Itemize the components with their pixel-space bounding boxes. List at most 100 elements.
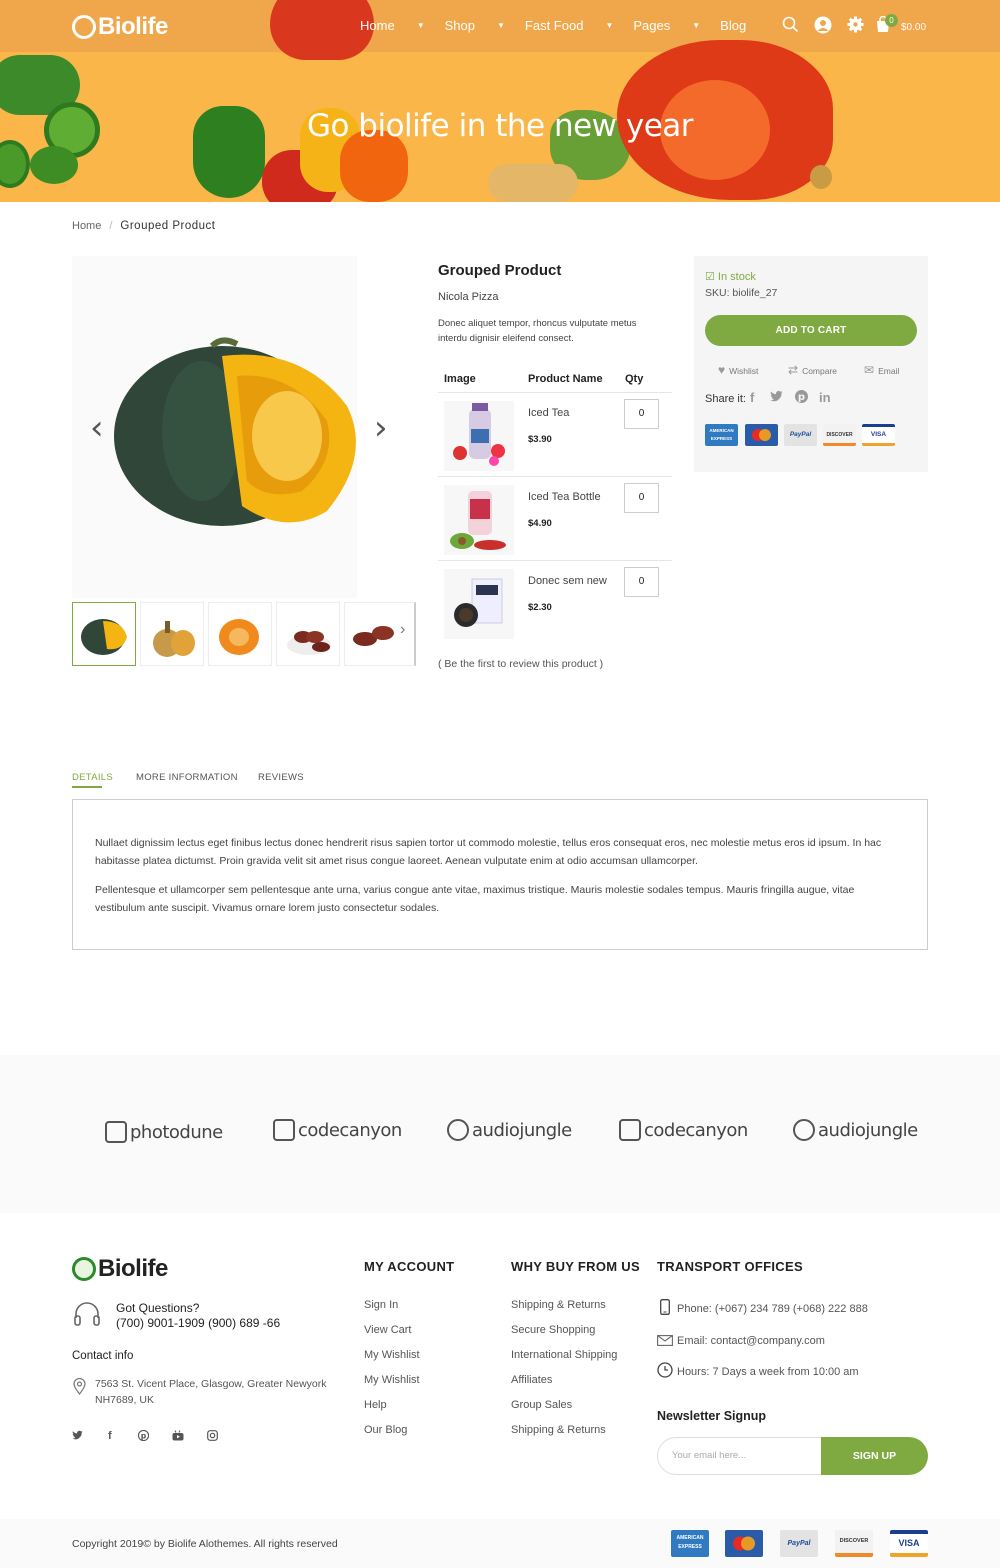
amex-card-icon: AMERICAN EXPRESS: [671, 1530, 709, 1557]
share-label: Share it:: [705, 393, 746, 405]
tab-details[interactable]: DETAILS: [72, 772, 113, 783]
tab-reviews[interactable]: REVIEWS: [258, 772, 304, 783]
gallery-next-arrow[interactable]: ›: [374, 408, 388, 448]
footer-link[interactable]: View Cart: [364, 1324, 411, 1336]
nav-shop[interactable]: Shop ▼: [445, 18, 505, 33]
envelope-icon: ✉: [864, 363, 875, 377]
iced-tea-bottle-image[interactable]: [444, 485, 514, 555]
cart-total[interactable]: $0.00: [901, 22, 926, 33]
thumbnail-1[interactable]: [72, 602, 136, 666]
twitter-icon[interactable]: [72, 1430, 83, 1443]
gear-icon[interactable]: [847, 16, 864, 38]
thumbnail-4[interactable]: [276, 602, 340, 666]
breadcrumb-home[interactable]: Home: [72, 220, 101, 232]
breadcrumb-current: Grouped Product: [120, 220, 216, 232]
nav-pages[interactable]: Pages ▼: [633, 18, 700, 33]
nav-blog[interactable]: Blog: [720, 18, 766, 33]
col-header-image: Image: [444, 373, 476, 385]
banner-title: Go biolife in the new year: [306, 108, 694, 144]
newsletter-email-input[interactable]: Your email here...: [657, 1437, 837, 1475]
cart-count-badge: 0: [885, 14, 898, 27]
logo-text: Biolife: [98, 13, 168, 40]
footer-link[interactable]: Sign In: [364, 1299, 398, 1311]
photodune-icon: [105, 1121, 127, 1143]
footer-link[interactable]: My Wishlist: [364, 1349, 420, 1361]
add-to-cart-button[interactable]: ADD TO CART: [705, 315, 917, 346]
footer-link[interactable]: Group Sales: [511, 1399, 572, 1411]
compare-button[interactable]: ⇄ Compare: [788, 363, 837, 377]
thumbnail-5[interactable]: ›: [344, 602, 416, 666]
footer-link[interactable]: International Shipping: [511, 1349, 617, 1361]
nav-fast-food[interactable]: Fast Food ▼: [525, 18, 613, 33]
details-paragraph-1: Nullaet dignissim lectus eget finibus le…: [95, 837, 882, 867]
nav-pages-label: Pages: [633, 18, 671, 33]
donec-sem-new-image[interactable]: [444, 569, 514, 639]
nav-shop-label: Shop: [444, 18, 475, 33]
item-name[interactable]: Donec sem new: [528, 575, 607, 587]
purchase-box: ☑ In stock SKU: biolife_27 ADD TO CART ♥…: [694, 256, 928, 472]
gourd-thumb: [153, 621, 195, 657]
qty-input[interactable]: 0: [624, 399, 659, 429]
youtube-icon[interactable]: [172, 1430, 184, 1444]
footer-link[interactable]: Affiliates: [511, 1374, 552, 1386]
heart-icon: ♥: [718, 363, 726, 377]
sign-up-button[interactable]: SIGN UP: [821, 1437, 928, 1475]
brand-codecanyon[interactable]: codecanyon: [273, 1119, 402, 1141]
pinterest-icon[interactable]: p: [795, 390, 808, 406]
instagram-icon[interactable]: [207, 1430, 218, 1444]
footer-link[interactable]: Help: [364, 1399, 387, 1411]
qty-input[interactable]: 0: [624, 567, 659, 597]
email-label: Email: [878, 366, 900, 376]
chickpeas-image: [488, 164, 578, 202]
gallery-prev-arrow[interactable]: ‹: [90, 408, 104, 448]
table-row: Iced Tea $3.90 0: [438, 392, 672, 476]
iced-tea-image[interactable]: [444, 401, 514, 471]
hero-banner: Biolife Home ▼ Shop ▼ Fast Food ▼ Pages ▼ Bl…: [0, 0, 1000, 202]
wishlist-button[interactable]: ♥ Wishlist: [718, 363, 758, 377]
search-icon[interactable]: [782, 16, 799, 38]
thumbnail-next-arrow[interactable]: ›: [400, 621, 405, 639]
footer-link[interactable]: Our Blog: [364, 1424, 407, 1436]
thumbnail-2[interactable]: [140, 602, 204, 666]
facebook-icon[interactable]: f: [750, 390, 754, 405]
svg-text:p: p: [141, 1431, 147, 1440]
logo[interactable]: Biolife: [72, 13, 168, 41]
qty-input[interactable]: 0: [624, 483, 659, 513]
twitter-icon[interactable]: [770, 390, 783, 405]
footer-link[interactable]: Shipping & Returns: [511, 1424, 606, 1436]
review-link[interactable]: ( Be the first to review this product ): [438, 658, 603, 670]
headset-icon: [72, 1300, 102, 1335]
item-name[interactable]: Iced Tea: [528, 407, 569, 419]
footer-link[interactable]: Secure Shopping: [511, 1324, 595, 1336]
footer-link[interactable]: Shipping & Returns: [511, 1299, 606, 1311]
nav-home[interactable]: Home ▼: [360, 18, 425, 33]
amex-card-icon: AMERICAN EXPRESS: [705, 424, 738, 446]
codecanyon-icon: [273, 1119, 295, 1141]
product-brand[interactable]: Nicola Pizza: [438, 291, 499, 303]
stock-label: In stock: [717, 271, 756, 283]
jalapeno-slice-image-2: [0, 140, 30, 188]
item-name[interactable]: Iced Tea Bottle: [528, 491, 601, 503]
brand-codecanyon-2[interactable]: codecanyon: [619, 1119, 748, 1141]
linkedin-icon[interactable]: in: [819, 390, 831, 405]
active-tab-indicator: [72, 786, 102, 788]
contact-title: Contact info: [72, 1350, 134, 1362]
user-icon[interactable]: [814, 16, 832, 39]
item-price: $4.90: [528, 518, 552, 529]
facebook-icon[interactable]: f: [108, 1430, 112, 1442]
footer-link[interactable]: My Wishlist: [364, 1374, 420, 1386]
transport-email[interactable]: Email: contact@company.com: [677, 1335, 825, 1347]
brand-audiojungle[interactable]: audiojungle: [447, 1119, 572, 1141]
email-button[interactable]: ✉ Email: [864, 363, 899, 377]
caret-down-icon: ▼: [416, 21, 425, 30]
tab-more-information[interactable]: MORE INFORMATION: [136, 772, 238, 783]
pinterest-icon[interactable]: p: [137, 1429, 150, 1444]
brand-photodune[interactable]: photodune: [105, 1121, 223, 1143]
footer-logo[interactable]: Biolife: [72, 1255, 168, 1283]
why-buy-heading: WHY BUY FROM US: [511, 1259, 640, 1274]
brand-audiojungle-2[interactable]: audiojungle: [793, 1119, 918, 1141]
transport-heading: TRANSPORT OFFICES: [657, 1259, 803, 1274]
my-account-heading: MY ACCOUNT: [364, 1259, 455, 1274]
item-price: $2.30: [528, 602, 552, 613]
thumbnail-3[interactable]: [208, 602, 272, 666]
